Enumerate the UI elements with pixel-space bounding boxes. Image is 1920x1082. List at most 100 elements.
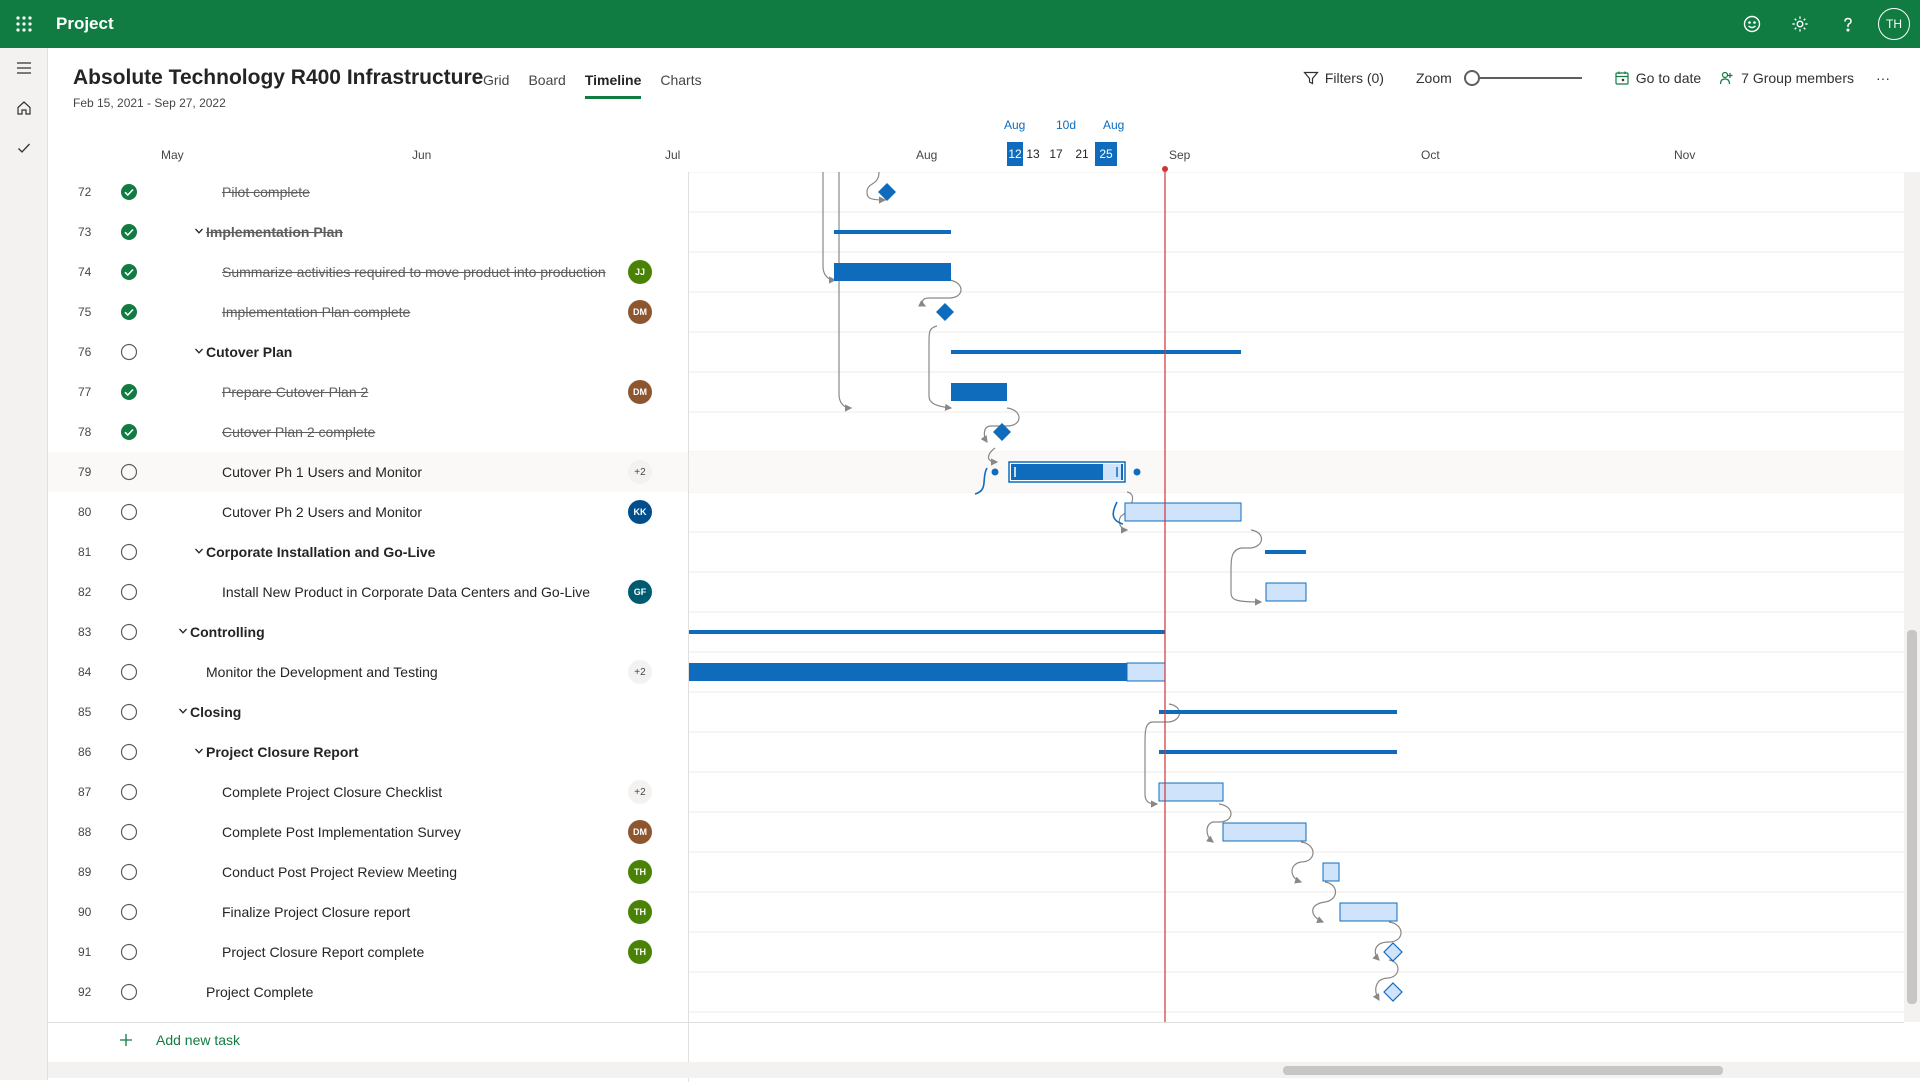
assignee-avatar[interactable]: KK <box>628 500 652 524</box>
task-bar-not-started[interactable] <box>1322 862 1340 882</box>
assignee-avatar[interactable]: GF <box>628 580 652 604</box>
app-launcher-icon[interactable] <box>0 0 48 48</box>
menu-hamburger-icon[interactable] <box>0 48 48 88</box>
completed-check-icon[interactable] <box>120 263 138 281</box>
task-row[interactable]: 72 Pilot complete <box>48 172 688 212</box>
group-members-button[interactable]: 7 Group members <box>1719 70 1854 86</box>
assignee-avatar[interactable]: JJ <box>628 260 652 284</box>
horizontal-scrollbar-thumb[interactable] <box>1283 1066 1723 1075</box>
completed-check-icon[interactable] <box>120 383 138 401</box>
task-bar-remaining[interactable] <box>1126 662 1166 682</box>
task-row[interactable]: 83 Controlling <box>48 612 688 652</box>
task-name[interactable]: Pilot complete <box>222 184 310 200</box>
incomplete-circle-icon[interactable] <box>120 903 138 921</box>
incomplete-circle-icon[interactable] <box>120 503 138 521</box>
task-bar-remaining[interactable] <box>1103 464 1121 480</box>
tab-timeline[interactable]: Timeline <box>584 72 642 99</box>
task-name[interactable]: Conduct Post Project Review Meeting <box>222 864 457 880</box>
user-avatar[interactable]: TH <box>1878 8 1910 40</box>
completed-check-icon[interactable] <box>120 183 138 201</box>
incomplete-circle-icon[interactable] <box>120 783 138 801</box>
task-bar-in-progress[interactable] <box>689 663 1127 681</box>
task-bar-not-started[interactable] <box>1339 902 1398 922</box>
incomplete-circle-icon[interactable] <box>120 943 138 961</box>
collapse-chevron-icon[interactable] <box>178 625 188 639</box>
task-name[interactable]: Install New Product in Corporate Data Ce… <box>222 584 590 600</box>
settings-gear-icon[interactable] <box>1776 0 1824 48</box>
task-name[interactable]: Cutover Ph 2 Users and Monitor <box>222 504 422 520</box>
more-assignees-badge[interactable]: +2 <box>628 460 652 484</box>
assignee-avatar[interactable]: TH <box>628 940 652 964</box>
task-name[interactable]: Project Complete <box>206 984 313 1000</box>
link-handle-start[interactable] <box>991 468 999 476</box>
task-name[interactable]: Prepare Cutover Plan 2 <box>222 384 368 400</box>
collapse-chevron-icon[interactable] <box>194 345 204 359</box>
task-name[interactable]: Cutover Ph 1 Users and Monitor <box>222 464 422 480</box>
task-row[interactable]: 79 Cutover Ph 1 Users and Monitor +2 <box>48 452 688 492</box>
task-row[interactable]: 80 Cutover Ph 2 Users and Monitor KK <box>48 492 688 532</box>
task-name[interactable]: Project Closure Report complete <box>222 944 424 960</box>
milestone-diamond[interactable] <box>1383 982 1403 1002</box>
task-row[interactable]: 89 Conduct Post Project Review Meeting TH <box>48 852 688 892</box>
task-row[interactable]: 81 Corporate Installation and Go-Live <box>48 532 688 572</box>
incomplete-circle-icon[interactable] <box>120 863 138 881</box>
task-name[interactable]: Cutover Plan 2 complete <box>222 424 375 440</box>
task-row[interactable]: 91 Project Closure Report complete TH <box>48 932 688 972</box>
link-handle-end[interactable] <box>1133 468 1141 476</box>
task-bar-not-started[interactable] <box>1124 502 1242 522</box>
milestone-diamond[interactable] <box>878 183 896 201</box>
collapse-chevron-icon[interactable] <box>194 745 204 759</box>
more-assignees-badge[interactable]: +2 <box>628 780 652 804</box>
task-name[interactable]: Project Closure Report <box>206 744 358 760</box>
help-question-icon[interactable] <box>1824 0 1872 48</box>
task-name[interactable]: Implementation Plan <box>206 224 343 240</box>
zoom-slider-thumb[interactable] <box>1463 70 1480 86</box>
assignee-avatar[interactable]: DM <box>628 300 652 324</box>
filters-button[interactable]: Filters (0) <box>1303 70 1384 86</box>
task-row[interactable]: 90 Finalize Project Closure report TH <box>48 892 688 932</box>
tab-grid[interactable]: Grid <box>483 72 509 99</box>
incomplete-circle-icon[interactable] <box>120 703 138 721</box>
task-row[interactable]: 78 Cutover Plan 2 complete <box>48 412 688 452</box>
task-row[interactable]: 73 Implementation Plan <box>48 212 688 252</box>
home-icon[interactable] <box>0 88 48 128</box>
task-name[interactable]: Monitor the Development and Testing <box>206 664 438 680</box>
task-name[interactable]: Cutover Plan <box>206 344 292 360</box>
milestone-diamond[interactable] <box>1383 942 1403 962</box>
task-name[interactable]: Summarize activities required to move pr… <box>222 264 606 280</box>
task-row[interactable]: 85 Closing <box>48 692 688 732</box>
incomplete-circle-icon[interactable] <box>120 343 138 361</box>
tab-charts[interactable]: Charts <box>660 72 701 99</box>
more-options-button[interactable]: ··· <box>1876 70 1890 86</box>
app-name[interactable]: Project <box>56 14 114 34</box>
assignee-avatar[interactable]: DM <box>628 820 652 844</box>
feedback-smiley-icon[interactable] <box>1728 0 1776 48</box>
incomplete-circle-icon[interactable] <box>120 543 138 561</box>
completed-check-icon[interactable] <box>120 223 138 241</box>
assignee-avatar[interactable]: DM <box>628 380 652 404</box>
task-row[interactable]: 87 Complete Project Closure Checklist +2 <box>48 772 688 812</box>
incomplete-circle-icon[interactable] <box>120 583 138 601</box>
incomplete-circle-icon[interactable] <box>120 623 138 641</box>
more-assignees-badge[interactable]: +2 <box>628 660 652 684</box>
task-row[interactable]: 88 Complete Post Implementation Survey DM <box>48 812 688 852</box>
task-name[interactable]: Finalize Project Closure report <box>222 904 410 920</box>
collapse-chevron-icon[interactable] <box>194 225 204 239</box>
vertical-scrollbar-thumb[interactable] <box>1907 630 1917 1004</box>
task-row[interactable]: 74 Summarize activities required to move … <box>48 252 688 292</box>
task-row[interactable]: 82 Install New Product in Corporate Data … <box>48 572 688 612</box>
incomplete-circle-icon[interactable] <box>120 823 138 841</box>
task-name[interactable]: Complete Project Closure Checklist <box>222 784 442 800</box>
project-title[interactable]: Absolute Technology R400 Infrastructure <box>73 66 483 90</box>
incomplete-circle-icon[interactable] <box>120 983 138 1001</box>
task-bar-complete[interactable] <box>834 263 951 281</box>
task-row[interactable]: 92 Project Complete <box>48 972 688 1012</box>
tab-board[interactable]: Board <box>528 72 565 99</box>
incomplete-circle-icon[interactable] <box>120 743 138 761</box>
task-row[interactable]: 86 Project Closure Report <box>48 732 688 772</box>
my-tasks-check-icon[interactable] <box>0 128 48 168</box>
add-new-task-button[interactable]: Add new task <box>118 1032 240 1048</box>
zoom-slider[interactable] <box>1463 70 1582 86</box>
completed-check-icon[interactable] <box>120 423 138 441</box>
assignee-avatar[interactable]: TH <box>628 900 652 924</box>
